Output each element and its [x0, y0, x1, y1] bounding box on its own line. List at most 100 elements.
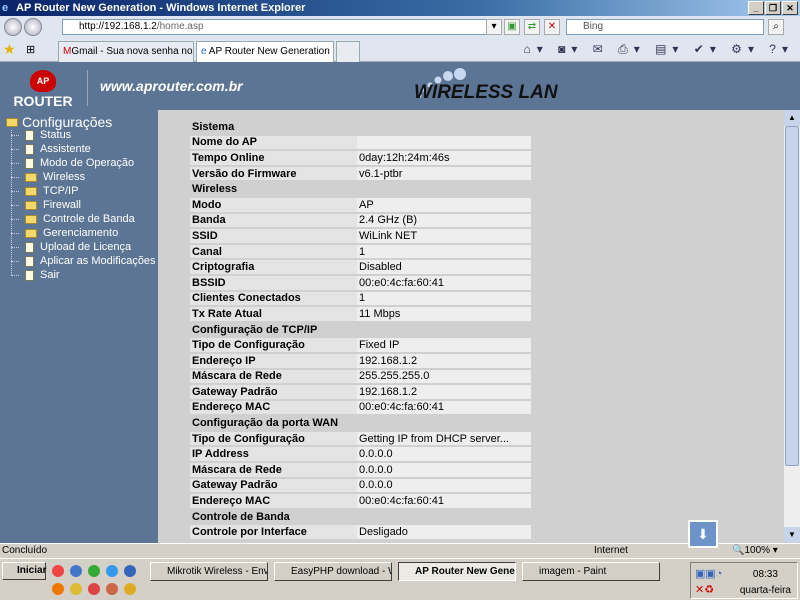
scroll-thumb[interactable] [785, 126, 799, 466]
opera-icon[interactable] [88, 583, 100, 595]
stop-icon[interactable]: ✕ [544, 19, 560, 35]
site-url: www.aprouter.com.br [100, 78, 243, 94]
table-row: SSID WiLink NET [190, 229, 531, 243]
media-icon[interactable] [124, 583, 136, 595]
table-row: Endereço MAC 00:e0:4c:fa:60:41 [190, 494, 531, 508]
sidebar-item-gerenciamento[interactable]: Gerenciamento [11, 226, 156, 240]
security-zone: Internet [594, 545, 628, 556]
row-value: v6.1-ptbr [357, 166, 531, 181]
ebay-icon[interactable] [52, 565, 64, 577]
sidebar-item-label: Gerenciamento [43, 227, 119, 239]
refresh-icon[interactable]: ⇄ [524, 19, 540, 35]
firefox-icon[interactable] [52, 583, 64, 595]
row-value: AP [357, 197, 531, 212]
ie-icon[interactable] [106, 565, 118, 577]
folder-icon [25, 228, 37, 238]
row-value: 0.0.0.0 [357, 478, 531, 493]
page-icon [25, 269, 34, 281]
row-value: 00:e0:4c:fa:60:41 [357, 400, 531, 415]
banner-title: WIRELESS LAN [414, 82, 558, 103]
task-mikrotik[interactable]: Mikrotik Wireless - Enviar... [150, 562, 268, 581]
section-header: Controle de Banda [190, 510, 531, 524]
app-icon[interactable] [70, 565, 82, 577]
start-button[interactable]: Iniciar [2, 562, 46, 580]
row-label: Endereço MAC [190, 400, 357, 415]
task-easyphp[interactable]: EasyPHP download - Win... [274, 562, 392, 581]
status-text: Concluído [2, 545, 48, 556]
row-value: WiLink NET [357, 229, 531, 243]
sidebar-item-tcp-ip[interactable]: TCP/IP [11, 184, 156, 198]
row-value: 0.0.0.0 [357, 447, 531, 462]
table-row: Endereço IP 192.168.1.2 [190, 353, 531, 368]
sidebar-item-sair[interactable]: Sair [11, 268, 156, 282]
scroll-down-button[interactable]: ▼ [784, 527, 800, 543]
task-ap-router[interactable]: AP Router New Gener... [398, 562, 516, 581]
row-label: BSSID [190, 275, 357, 290]
favorites-star-icon[interactable]: ★ [3, 41, 16, 58]
row-label: Criptografia [190, 260, 357, 274]
address-dropdown[interactable]: ▾ [486, 19, 502, 35]
quick-tabs-icon[interactable]: ⊞ [26, 43, 35, 56]
close-button[interactable]: ✕ [782, 1, 798, 15]
chrome-icon[interactable] [88, 565, 100, 577]
app-icon[interactable] [124, 565, 136, 577]
command-bar[interactable]: ⌂▾ ◙▾ ✉ ⎙▾ ▤▾ ✔▾ ⚙▾ ?▾ [524, 42, 794, 57]
section-header: Sistema [190, 120, 531, 134]
router-header: AP ROUTER www.aprouter.com.br WIRELESS LA… [0, 62, 800, 110]
sidebar-item-controle-de-banda[interactable]: Controle de Banda [11, 212, 156, 226]
row-value: 1 [357, 244, 531, 259]
tab-ap-router[interactable]: e AP Router New Generation ✕ [196, 41, 334, 62]
sidebar-item-status[interactable]: Status [11, 128, 156, 142]
address-host: http://192.168.1.2 [79, 21, 157, 32]
address-input[interactable]: http://192.168.1.2/home.asp [62, 19, 498, 35]
section-header: Configuração da porta WAN [190, 416, 531, 430]
divider [87, 70, 88, 106]
table-row: Gateway Padrão 0.0.0.0 [190, 478, 531, 493]
tab-gmail[interactable]: MGmail - Sua nova senha no U... [58, 41, 194, 62]
section-title: Configuração da porta WAN [192, 417, 339, 430]
network-icon[interactable]: ▣▣◔ [695, 567, 722, 580]
zoom-level[interactable]: 🔍100% ▾ [732, 544, 778, 558]
tab-label: AP Router New Generation [208, 46, 330, 57]
sidebar-item-assistente[interactable]: Assistente [11, 142, 156, 156]
new-tab-button[interactable] [336, 41, 360, 62]
search-placeholder: Bing [583, 21, 604, 32]
vertical-scrollbar[interactable]: ▲ ▼ [784, 110, 800, 543]
address-toolbar: http://192.168.1.2/home.asp ▾ ▣ ⇄ ✕ Bing… [0, 16, 800, 38]
restore-button[interactable]: ❐ [765, 1, 781, 15]
compat-view-icon[interactable]: ▣ [504, 19, 520, 35]
table-row: Tx Rate Atual 11 Mbps [190, 307, 531, 321]
network-error-icon[interactable]: ✕♻ [695, 583, 714, 596]
folder-icon [25, 214, 37, 224]
download-arrow-icon[interactable]: ⬇ [688, 520, 718, 548]
app-icon[interactable] [70, 583, 82, 595]
status-bar: Concluído Internet 🔍100% ▾ [0, 543, 800, 558]
search-icon[interactable]: ⌕ [768, 19, 784, 35]
search-input[interactable]: Bing [566, 19, 764, 35]
task-paint[interactable]: imagem - Paint [522, 562, 660, 581]
sidebar-item-firewall[interactable]: Firewall [11, 198, 156, 212]
sidebar-item-aplicar-as-modifica-es[interactable]: Aplicar as Modificações [11, 254, 156, 268]
sidebar-item-wireless[interactable]: Wireless [11, 170, 156, 184]
sidebar-item-modo-de-opera-o[interactable]: Modo de Operação [11, 156, 156, 170]
row-value: 192.168.1.2 [357, 385, 531, 399]
app-icon[interactable] [106, 583, 118, 595]
row-label: Tempo Online [190, 151, 357, 165]
minimize-button[interactable]: _ [748, 1, 764, 15]
clock[interactable]: 08:33 quarta-feira [740, 567, 791, 599]
task-label: imagem - Paint [539, 566, 607, 577]
tab-label: Gmail - Sua nova senha no U... [71, 46, 193, 57]
scroll-up-button[interactable]: ▲ [784, 110, 800, 126]
row-value: Fixed IP [357, 338, 531, 352]
sidebar-item-label: Upload de Licença [40, 241, 132, 253]
back-button[interactable] [4, 18, 22, 36]
tab-bar: ★ ⊞ MGmail - Sua nova senha no U... e AP… [0, 38, 800, 62]
section-title: Controle de Banda [192, 510, 290, 523]
page-icon [25, 241, 34, 253]
sidebar-item-label: Status [40, 129, 72, 141]
table-row: Clientes Conectados 1 [190, 291, 531, 306]
tab-close-icon[interactable]: ✕ [333, 46, 334, 57]
forward-button[interactable] [24, 18, 42, 36]
sidebar-item-upload-de-licen-a[interactable]: Upload de Licença [11, 240, 156, 254]
table-row: Nome do AP [190, 135, 531, 150]
